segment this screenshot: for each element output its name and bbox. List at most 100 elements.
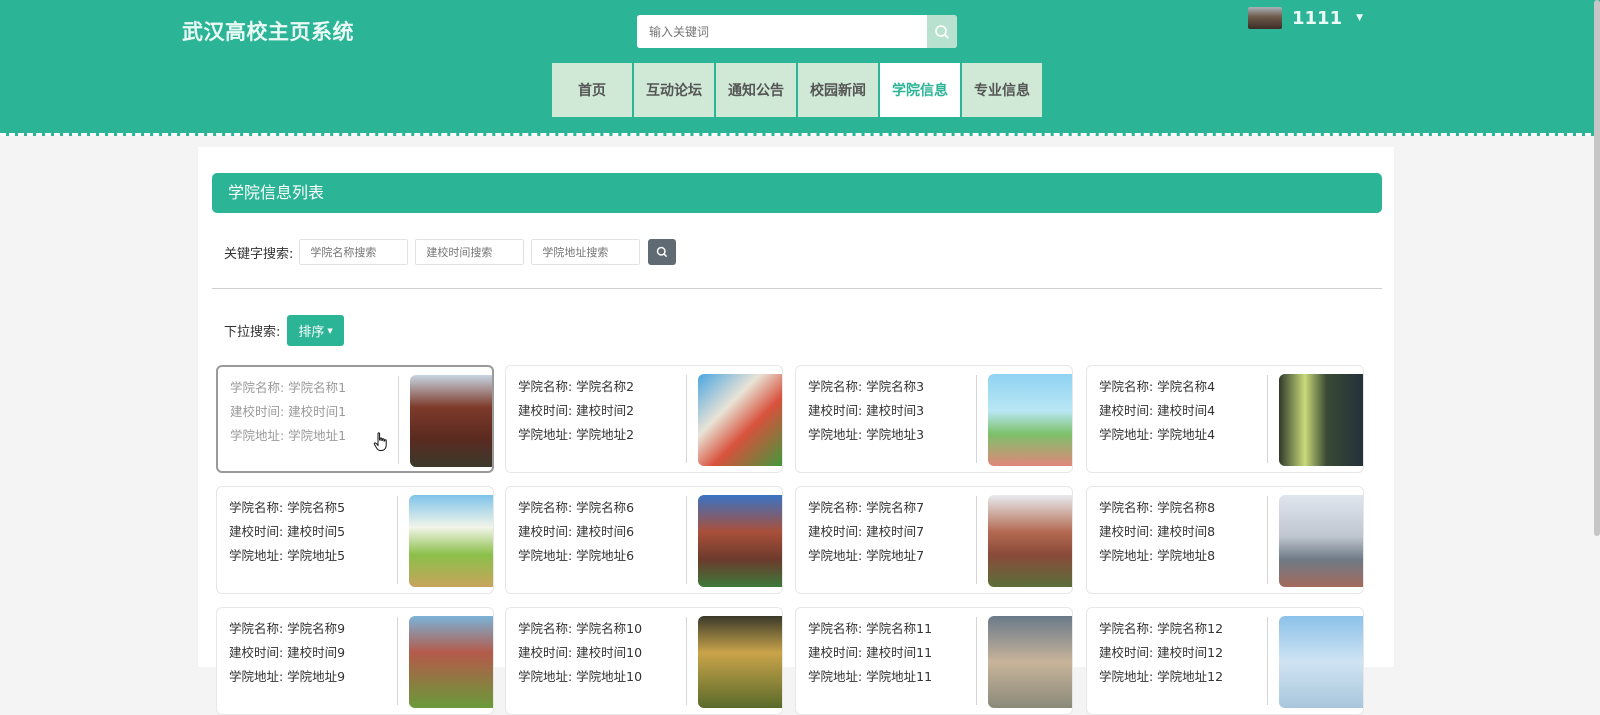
college-name: 学院名称: 学院名称5 bbox=[229, 500, 346, 515]
college-image bbox=[1279, 495, 1363, 587]
content-panel: 学院信息列表 关键字搜索: 下拉搜索: 排序 ▼ 学院名称: 学院名称1 建校时… bbox=[198, 147, 1394, 715]
college-image bbox=[410, 375, 492, 467]
card-divider bbox=[976, 617, 977, 705]
card-info: 学院名称: 学院名称1 建校时间: 建校时间1 学院地址: 学院地址1 bbox=[230, 376, 394, 448]
card-divider bbox=[398, 376, 399, 464]
college-name: 学院名称: 学院名称12 bbox=[1099, 621, 1224, 636]
college-founded: 建校时间: 建校时间8 bbox=[1099, 524, 1216, 539]
college-image bbox=[1279, 374, 1363, 466]
card-divider bbox=[1267, 617, 1268, 705]
college-image bbox=[988, 374, 1072, 466]
sort-dropdown-button[interactable]: 排序 ▼ bbox=[287, 315, 344, 346]
college-founded: 建校时间: 建校时间12 bbox=[1099, 645, 1224, 660]
college-address: 学院地址: 学院地址1 bbox=[230, 428, 347, 443]
college-founded: 建校时间: 建校时间7 bbox=[808, 524, 925, 539]
card-divider bbox=[1267, 375, 1268, 463]
college-image bbox=[698, 495, 782, 587]
card-info: 学院名称: 学院名称11 建校时间: 建校时间11 学院地址: 学院地址11 bbox=[808, 617, 972, 689]
college-card[interactable]: 学院名称: 学院名称7 建校时间: 建校时间7 学院地址: 学院地址7 bbox=[795, 486, 1073, 594]
college-card[interactable]: 学院名称: 学院名称12 建校时间: 建校时间12 学院地址: 学院地址12 bbox=[1086, 607, 1364, 715]
college-card[interactable]: 学院名称: 学院名称8 建校时间: 建校时间8 学院地址: 学院地址8 bbox=[1086, 486, 1364, 594]
nav-item-news[interactable]: 校园新闻 bbox=[798, 63, 878, 117]
college-founded: 建校时间: 建校时间1 bbox=[230, 404, 347, 419]
nav-item-major[interactable]: 专业信息 bbox=[962, 63, 1042, 117]
site-title: 武汉高校主页系统 bbox=[182, 20, 354, 44]
dropdown-label: 下拉搜索: bbox=[224, 325, 281, 340]
college-address: 学院地址: 学院地址10 bbox=[518, 669, 643, 684]
card-divider bbox=[686, 617, 687, 705]
avatar bbox=[1248, 7, 1282, 29]
college-card[interactable]: 学院名称: 学院名称5 建校时间: 建校时间5 学院地址: 学院地址5 bbox=[216, 486, 494, 594]
college-card[interactable]: 学院名称: 学院名称3 建校时间: 建校时间3 学院地址: 学院地址3 bbox=[795, 365, 1073, 473]
page-title: 学院信息列表 bbox=[212, 173, 1382, 213]
college-card[interactable]: 学院名称: 学院名称10 建校时间: 建校时间10 学院地址: 学院地址10 bbox=[505, 607, 783, 715]
card-info: 学院名称: 学院名称3 建校时间: 建校时间3 学院地址: 学院地址3 bbox=[808, 375, 972, 447]
college-name: 学院名称: 学院名称9 bbox=[229, 621, 346, 636]
college-name-search-input[interactable] bbox=[299, 239, 409, 265]
college-address: 学院地址: 学院地址3 bbox=[808, 427, 925, 442]
username: 1111 bbox=[1292, 7, 1343, 29]
card-info: 学院名称: 学院名称5 建校时间: 建校时间5 学院地址: 学院地址5 bbox=[229, 496, 393, 568]
card-info: 学院名称: 学院名称4 建校时间: 建校时间4 学院地址: 学院地址4 bbox=[1099, 375, 1263, 447]
college-founded: 建校时间: 建校时间5 bbox=[229, 524, 346, 539]
global-search-input[interactable] bbox=[637, 15, 927, 48]
nav-item-notice[interactable]: 通知公告 bbox=[716, 63, 796, 117]
card-info: 学院名称: 学院名称2 建校时间: 建校时间2 学院地址: 学院地址2 bbox=[518, 375, 682, 447]
site-header: 武汉高校主页系统 1111 ▼ 首页 互动论坛 通知公告 校园新闻 学院信息 专… bbox=[0, 0, 1600, 136]
college-name: 学院名称: 学院名称11 bbox=[808, 621, 933, 636]
card-info: 学院名称: 学院名称9 建校时间: 建校时间9 学院地址: 学院地址9 bbox=[229, 617, 393, 689]
global-search bbox=[637, 15, 957, 48]
college-address: 学院地址: 学院地址9 bbox=[229, 669, 346, 684]
keyword-label: 关键字搜索: bbox=[224, 246, 294, 262]
user-menu[interactable]: 1111 ▼ bbox=[1248, 6, 1363, 30]
college-address: 学院地址: 学院地址12 bbox=[1099, 669, 1224, 684]
card-divider bbox=[1267, 496, 1268, 584]
college-image bbox=[1279, 616, 1363, 708]
college-card[interactable]: 学院名称: 学院名称4 建校时间: 建校时间4 学院地址: 学院地址4 bbox=[1086, 365, 1364, 473]
card-info: 学院名称: 学院名称7 建校时间: 建校时间7 学院地址: 学院地址7 bbox=[808, 496, 972, 568]
keyword-filter: 关键字搜索: bbox=[224, 239, 677, 265]
college-founded: 建校时间: 建校时间6 bbox=[518, 524, 635, 539]
nav-item-college[interactable]: 学院信息 bbox=[880, 63, 960, 117]
founded-time-search-input[interactable] bbox=[415, 239, 525, 265]
college-address: 学院地址: 学院地址6 bbox=[518, 548, 635, 563]
college-address-search-input[interactable] bbox=[531, 239, 641, 265]
college-image bbox=[409, 616, 493, 708]
college-name: 学院名称: 学院名称2 bbox=[518, 379, 635, 394]
search-icon bbox=[657, 246, 668, 258]
college-name: 学院名称: 学院名称1 bbox=[230, 380, 347, 395]
college-image bbox=[988, 616, 1072, 708]
college-card[interactable]: 学院名称: 学院名称11 建校时间: 建校时间11 学院地址: 学院地址11 bbox=[795, 607, 1073, 715]
college-address: 学院地址: 学院地址2 bbox=[518, 427, 635, 442]
card-divider bbox=[976, 496, 977, 584]
sort-label: 排序 bbox=[298, 325, 325, 340]
divider bbox=[212, 288, 1382, 289]
college-founded: 建校时间: 建校时间2 bbox=[518, 403, 635, 418]
college-address: 学院地址: 学院地址11 bbox=[808, 669, 933, 684]
card-info: 学院名称: 学院名称8 建校时间: 建校时间8 学院地址: 学院地址8 bbox=[1099, 496, 1263, 568]
college-image bbox=[409, 495, 493, 587]
college-name: 学院名称: 学院名称8 bbox=[1099, 500, 1216, 515]
global-search-button[interactable] bbox=[927, 15, 957, 48]
card-divider bbox=[397, 617, 398, 705]
college-name: 学院名称: 学院名称3 bbox=[808, 379, 925, 394]
college-card[interactable]: 学院名称: 学院名称9 建校时间: 建校时间9 学院地址: 学院地址9 bbox=[216, 607, 494, 715]
college-card[interactable]: 学院名称: 学院名称1 建校时间: 建校时间1 学院地址: 学院地址1 bbox=[216, 365, 494, 473]
college-card[interactable]: 学院名称: 学院名称2 建校时间: 建校时间2 学院地址: 学院地址2 bbox=[505, 365, 783, 473]
college-founded: 建校时间: 建校时间10 bbox=[518, 645, 643, 660]
card-divider bbox=[686, 496, 687, 584]
page-scrollbar[interactable] bbox=[1594, 0, 1600, 536]
filter-search-button[interactable] bbox=[648, 239, 677, 265]
caret-down-icon: ▼ bbox=[327, 326, 333, 335]
college-name: 学院名称: 学院名称4 bbox=[1099, 379, 1216, 394]
card-info: 学院名称: 学院名称12 建校时间: 建校时间12 学院地址: 学院地址12 bbox=[1099, 617, 1263, 689]
college-card[interactable]: 学院名称: 学院名称6 建校时间: 建校时间6 学院地址: 学院地址6 bbox=[505, 486, 783, 594]
college-address: 学院地址: 学院地址7 bbox=[808, 548, 925, 563]
college-founded: 建校时间: 建校时间3 bbox=[808, 403, 925, 418]
nav-item-forum[interactable]: 互动论坛 bbox=[634, 63, 714, 117]
nav-item-home[interactable]: 首页 bbox=[552, 63, 632, 117]
college-image bbox=[698, 374, 782, 466]
card-info: 学院名称: 学院名称10 建校时间: 建校时间10 学院地址: 学院地址10 bbox=[518, 617, 682, 689]
search-icon bbox=[935, 24, 949, 39]
main-nav: 首页 互动论坛 通知公告 校园新闻 学院信息 专业信息 bbox=[552, 63, 1044, 117]
